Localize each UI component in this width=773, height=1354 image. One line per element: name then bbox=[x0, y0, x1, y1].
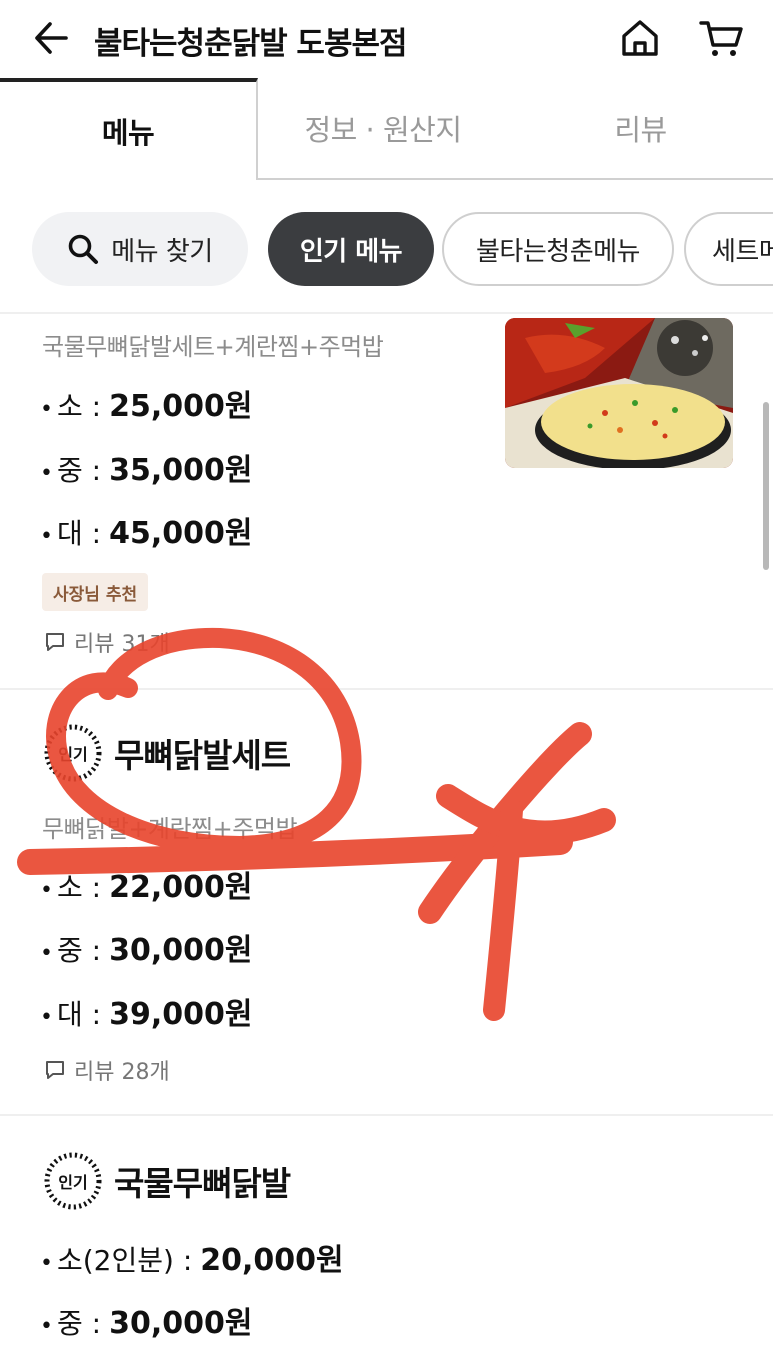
popular-sunburst-icon: 인기 bbox=[40, 720, 106, 786]
price-value: 30,000원 bbox=[109, 933, 253, 968]
price-value: 35,000원 bbox=[109, 453, 253, 488]
menu-item-name: 국물무뼈닭발 bbox=[114, 1164, 291, 1203]
item-divider bbox=[0, 1114, 773, 1116]
popular-sunburst-icon: 인기 bbox=[40, 1148, 106, 1214]
app-header: 불타는청춘닭발 도봉본점 bbox=[0, 0, 773, 80]
cart-icon[interactable] bbox=[698, 16, 744, 60]
tab-info-origin[interactable]: 정보 · 원산지 bbox=[258, 78, 508, 180]
item-divider bbox=[0, 688, 773, 690]
popular-label: 인기 bbox=[58, 1173, 88, 1192]
chip-burning-youth-menu[interactable]: 불타는청춘메뉴 bbox=[442, 212, 674, 286]
chip-divider bbox=[0, 312, 773, 314]
price-row: • 소 : 22,000원 bbox=[40, 862, 252, 906]
review-count: 리뷰 31개 bbox=[44, 626, 170, 658]
menu-search-button[interactable]: 메뉴 찾기 bbox=[32, 212, 248, 286]
menu-search-label: 메뉴 찾기 bbox=[111, 236, 213, 267]
menu-item-name: 무뼈닭발세트 bbox=[114, 736, 291, 775]
price-value: 20,000원 bbox=[200, 1243, 344, 1278]
review-count-label: 리뷰 28개 bbox=[74, 1060, 170, 1085]
scrollbar[interactable] bbox=[763, 402, 769, 570]
tab-menu[interactable]: 메뉴 bbox=[0, 78, 258, 180]
store-tabs: 메뉴 정보 · 원산지 리뷰 bbox=[0, 78, 773, 180]
price-value: 39,000원 bbox=[109, 997, 253, 1032]
menu-category-chips: 메뉴 찾기 인기 메뉴 불타는청춘메뉴 세트메 bbox=[0, 210, 773, 288]
size-label: 중 : bbox=[56, 454, 102, 487]
menu-item-description: 무뼈닭발+계란찜+주먹밥 bbox=[42, 815, 298, 843]
chip-popular-menu[interactable]: 인기 메뉴 bbox=[268, 212, 434, 286]
size-label: 대 : bbox=[56, 517, 102, 550]
size-label: 소(2인분) : bbox=[56, 1244, 193, 1277]
price-row: • 중 : 30,000원 bbox=[40, 925, 252, 969]
menu-item-title: 인기 국물무뼈닭발 bbox=[40, 1148, 291, 1214]
tab-reviews[interactable]: 리뷰 bbox=[508, 78, 773, 180]
search-icon bbox=[68, 234, 99, 264]
popular-label: 인기 bbox=[58, 745, 88, 764]
price-row: • 중 : 35,000원 bbox=[40, 445, 252, 489]
review-count: 리뷰 28개 bbox=[44, 1054, 170, 1086]
price-value: 25,000원 bbox=[109, 389, 253, 424]
home-icon[interactable] bbox=[618, 16, 662, 60]
store-title: 불타는청춘닭발 도봉본점 bbox=[94, 26, 408, 62]
price-value: 45,000원 bbox=[109, 516, 253, 551]
menu-item-description: 국물무뼈닭발세트+계란찜+주먹밥 bbox=[42, 333, 384, 361]
size-label: 소 : bbox=[56, 390, 102, 423]
chip-set-menu[interactable]: 세트메 bbox=[684, 212, 773, 286]
size-label: 중 : bbox=[56, 934, 102, 967]
price-row: • 소(2인분) : 20,000원 bbox=[40, 1235, 344, 1279]
size-label: 대 : bbox=[56, 998, 102, 1031]
menu-item-photo bbox=[505, 318, 733, 468]
comment-icon bbox=[46, 1061, 64, 1079]
price-value: 22,000원 bbox=[109, 870, 253, 905]
price-value: 30,000원 bbox=[109, 1306, 253, 1341]
owner-recommend-badge: 사장님 추천 bbox=[42, 573, 149, 611]
menu-item-title: 인기 무뼈닭발세트 bbox=[40, 720, 291, 786]
price-row: • 소 : 25,000원 bbox=[40, 381, 252, 425]
review-count-label: 리뷰 31개 bbox=[74, 632, 170, 657]
back-arrow-icon[interactable] bbox=[30, 18, 70, 58]
size-label: 소 : bbox=[56, 871, 102, 904]
price-row: • 대 : 45,000원 bbox=[40, 508, 252, 552]
price-row: • 대 : 39,000원 bbox=[40, 989, 252, 1033]
price-row: • 중 : 30,000원 bbox=[40, 1298, 252, 1342]
size-label: 중 : bbox=[56, 1307, 102, 1340]
comment-icon bbox=[46, 633, 64, 651]
